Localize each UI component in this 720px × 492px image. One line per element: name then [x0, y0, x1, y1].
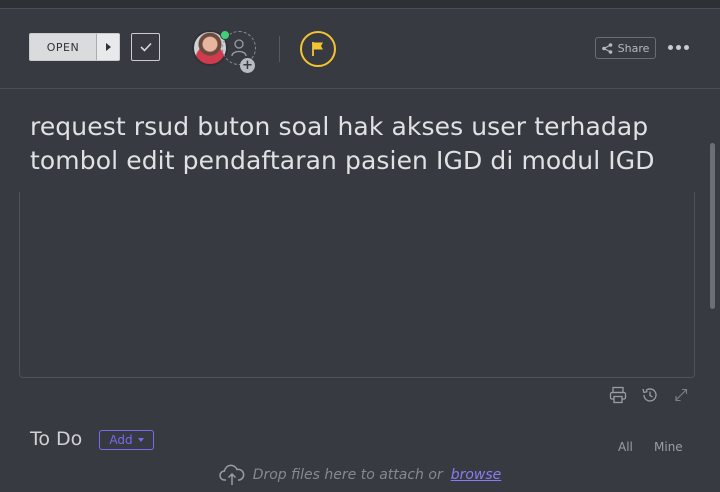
- description-editor[interactable]: [19, 192, 695, 378]
- priority-flag-button[interactable]: [300, 31, 336, 67]
- print-icon[interactable]: [609, 386, 627, 404]
- header-divider: [279, 36, 280, 62]
- expand-icon[interactable]: [673, 386, 689, 404]
- checkmark-icon: [139, 42, 152, 52]
- next-status-arrow-icon[interactable]: [97, 34, 119, 60]
- status-label[interactable]: OPEN: [30, 34, 97, 60]
- share-label: Share: [617, 41, 650, 55]
- caret-down-icon: [137, 438, 144, 442]
- add-label: Add: [109, 433, 133, 447]
- filter-mine-tab[interactable]: Mine: [654, 440, 683, 454]
- top-strip: [0, 0, 720, 9]
- complete-check-button[interactable]: [131, 33, 160, 61]
- task-title[interactable]: request rsud buton soal hak akses user t…: [30, 110, 690, 178]
- scrollbar[interactable]: [710, 143, 715, 309]
- plus-icon[interactable]: +: [240, 58, 255, 73]
- status-button[interactable]: OPEN: [29, 33, 120, 61]
- filter-all-tab[interactable]: All: [618, 440, 633, 454]
- browse-link[interactable]: browse: [451, 467, 502, 483]
- add-todo-button[interactable]: Add: [99, 430, 154, 450]
- history-icon[interactable]: [641, 386, 659, 404]
- user-icon: [231, 39, 247, 57]
- flag-icon: [312, 42, 323, 56]
- cloud-upload-icon: [218, 464, 245, 485]
- task-header: OPEN + Share: [0, 9, 720, 89]
- more-options-icon[interactable]: [668, 45, 689, 50]
- online-status-dot: [220, 30, 230, 40]
- share-button[interactable]: Share: [595, 37, 656, 59]
- share-icon: [601, 42, 612, 54]
- todo-section-title: To Do: [30, 428, 83, 450]
- file-dropzone[interactable]: Drop files here to attach or browse: [0, 458, 720, 492]
- dropzone-text: Drop files here to attach or: [252, 467, 443, 483]
